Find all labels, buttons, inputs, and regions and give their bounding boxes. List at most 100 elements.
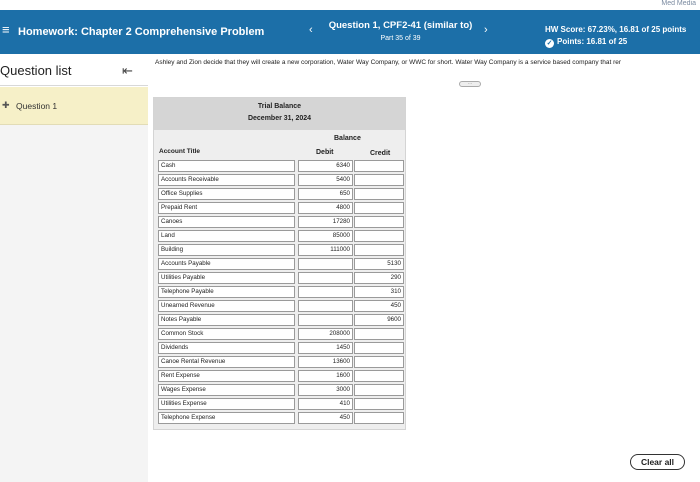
debit-input[interactable] bbox=[298, 272, 353, 284]
account-field[interactable]: Utilities Expense bbox=[158, 398, 295, 410]
debit-input[interactable]: 17280 bbox=[298, 216, 353, 228]
balance-label: Balance bbox=[334, 135, 361, 142]
account-field[interactable]: Building bbox=[158, 244, 295, 256]
debit-input[interactable]: 208000 bbox=[298, 328, 353, 340]
question-part: Part 35 of 39 bbox=[380, 35, 421, 42]
account-field[interactable]: Telephone Expense bbox=[158, 412, 295, 424]
homework-title: Homework: Chapter 2 Comprehensive Proble… bbox=[18, 26, 265, 38]
chevron-left-icon[interactable]: ‹ bbox=[309, 24, 313, 36]
debit-input[interactable]: 85000 bbox=[298, 230, 353, 242]
account-field[interactable]: Common Stock bbox=[158, 328, 295, 340]
debit-input[interactable]: 450 bbox=[298, 412, 353, 424]
credit-input[interactable] bbox=[354, 216, 404, 228]
credit-input[interactable] bbox=[354, 384, 404, 396]
account-field[interactable]: Prepaid Rent bbox=[158, 202, 295, 214]
hamburger-menu-icon[interactable]: ≡ bbox=[2, 23, 10, 37]
trial-balance-date: December 31, 2024 bbox=[247, 115, 312, 122]
table-row: Common Stock 208000 bbox=[158, 327, 407, 341]
account-field[interactable]: Canoes bbox=[158, 216, 295, 228]
table-row: Building 111000 bbox=[158, 243, 407, 257]
table-row: Unearned Revenue 450 bbox=[158, 299, 407, 313]
debit-input[interactable]: 6340 bbox=[298, 160, 353, 172]
problem-statement: Ashley and Zion decide that they will cr… bbox=[155, 59, 622, 66]
chevron-right-icon[interactable]: › bbox=[484, 24, 488, 36]
credit-input[interactable] bbox=[354, 370, 404, 382]
check-circle-icon: ✓ bbox=[545, 39, 554, 48]
table-row: Telephone Expense 450 bbox=[158, 411, 407, 425]
credit-input[interactable]: 5130 bbox=[354, 258, 404, 270]
account-field[interactable]: Wages Expense bbox=[158, 384, 295, 396]
corner-label: Med Media bbox=[661, 0, 696, 7]
account-field[interactable]: Telephone Payable bbox=[158, 286, 295, 298]
sidebar-item-question-1[interactable]: ✚ Question 1 bbox=[0, 87, 148, 125]
table-row: Canoes 17280 bbox=[158, 215, 407, 229]
account-field[interactable]: Unearned Revenue bbox=[158, 300, 295, 312]
debit-input[interactable]: 410 bbox=[298, 398, 353, 410]
credit-input[interactable] bbox=[354, 398, 404, 410]
points-display: ✓ Points: 16.81 of 25 bbox=[545, 37, 627, 48]
debit-input[interactable]: 1450 bbox=[298, 342, 353, 354]
account-field[interactable]: Land bbox=[158, 230, 295, 242]
credit-input[interactable]: 310 bbox=[354, 286, 404, 298]
table-row: Cash 6340 bbox=[158, 159, 407, 173]
credit-input[interactable] bbox=[354, 412, 404, 424]
debit-input[interactable]: 4800 bbox=[298, 202, 353, 214]
table-row: Dividends 1450 bbox=[158, 341, 407, 355]
expand-problem-icon[interactable]: ⋯ bbox=[459, 81, 481, 87]
account-field[interactable]: Rent Expense bbox=[158, 370, 295, 382]
table-row: Canoe Rental Revenue 13600 bbox=[158, 355, 407, 369]
assignment-header: ≡ Homework: Chapter 2 Comprehensive Prob… bbox=[0, 10, 700, 54]
col-header-debit: Debit bbox=[316, 149, 334, 156]
debit-input[interactable]: 650 bbox=[298, 188, 353, 200]
hw-score: HW Score: 67.23%, 16.81 of 25 points bbox=[545, 25, 687, 34]
question-list-title: Question list bbox=[0, 63, 72, 78]
table-row: Utilities Expense 410 bbox=[158, 397, 407, 411]
credit-input[interactable]: 290 bbox=[354, 272, 404, 284]
credit-input[interactable] bbox=[354, 342, 404, 354]
debit-input[interactable]: 1600 bbox=[298, 370, 353, 382]
account-field[interactable]: Accounts Payable bbox=[158, 258, 295, 270]
credit-input[interactable]: 450 bbox=[354, 300, 404, 312]
debit-input[interactable]: 111000 bbox=[298, 244, 353, 256]
credit-input[interactable] bbox=[354, 244, 404, 256]
table-row: Office Supplies 650 bbox=[158, 187, 407, 201]
collapse-left-icon[interactable]: ⇤ bbox=[122, 63, 133, 79]
credit-input[interactable] bbox=[354, 356, 404, 368]
table-row: Accounts Payable 5130 bbox=[158, 257, 407, 271]
debit-input[interactable] bbox=[298, 286, 353, 298]
debit-input[interactable]: 13600 bbox=[298, 356, 353, 368]
problem-area: Ashley and Zion decide that they will cr… bbox=[149, 54, 700, 482]
table-row: Utilities Payable 290 bbox=[158, 271, 407, 285]
debit-input[interactable] bbox=[298, 300, 353, 312]
credit-input[interactable] bbox=[354, 174, 404, 186]
table-row: Rent Expense 1600 bbox=[158, 369, 407, 383]
credit-input[interactable] bbox=[354, 188, 404, 200]
clear-all-button[interactable]: Clear all bbox=[630, 454, 685, 470]
debit-input[interactable]: 3000 bbox=[298, 384, 353, 396]
table-row: Wages Expense 3000 bbox=[158, 383, 407, 397]
account-field[interactable]: Utilities Payable bbox=[158, 272, 295, 284]
account-field[interactable]: Office Supplies bbox=[158, 188, 295, 200]
account-field[interactable]: Dividends bbox=[158, 342, 295, 354]
account-field[interactable]: Cash bbox=[158, 160, 295, 172]
debit-input[interactable] bbox=[298, 314, 353, 326]
credit-input[interactable] bbox=[354, 202, 404, 214]
credit-input[interactable] bbox=[354, 328, 404, 340]
credit-input[interactable] bbox=[354, 230, 404, 242]
debit-input[interactable] bbox=[298, 258, 353, 270]
debit-input[interactable]: 5400 bbox=[298, 174, 353, 186]
table-row: Land 85000 bbox=[158, 229, 407, 243]
credit-input[interactable]: 9600 bbox=[354, 314, 404, 326]
question-title: Question 1, CPF2-41 (similar to) bbox=[328, 20, 473, 31]
sidebar-item-label: Question 1 bbox=[16, 101, 58, 111]
table-row: Notes Payable 9600 bbox=[158, 313, 407, 327]
question-list-sidebar: ✚ Question 1 bbox=[0, 87, 148, 482]
account-field[interactable]: Notes Payable bbox=[158, 314, 295, 326]
account-field[interactable]: Accounts Receivable bbox=[158, 174, 295, 186]
points-text: Points: 16.81 of 25 bbox=[557, 37, 628, 46]
credit-input[interactable] bbox=[354, 160, 404, 172]
trial-balance-table: Trial Balance December 31, 2024 Balance … bbox=[153, 97, 406, 430]
account-field[interactable]: Canoe Rental Revenue bbox=[158, 356, 295, 368]
table-row: Accounts Receivable 5400 bbox=[158, 173, 407, 187]
col-header-account: Account Title bbox=[159, 148, 201, 155]
